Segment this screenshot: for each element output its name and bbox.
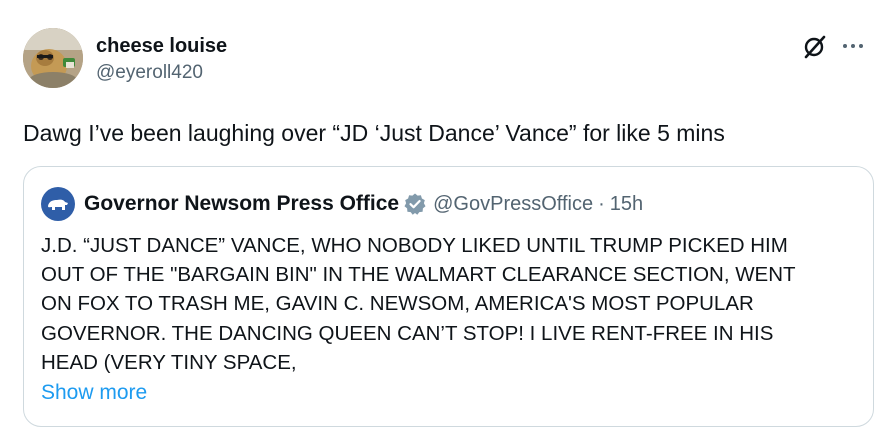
bear-icon [48,199,68,210]
user-avatar[interactable] [23,28,83,88]
quoted-avatar[interactable] [41,187,75,221]
quoted-tweet-text: J.D. “JUST DANCE” VANCE, WHO NOBODY LIKE… [41,231,861,377]
quoted-tweet[interactable]: Governor Newsom Press Office @GovPressOf… [23,166,874,427]
quoted-text-line: GOVERNOR. THE DANCING QUEEN CAN’T STOP! … [41,321,774,345]
quoted-text-line: OUT OF THE "BARGAIN BIN" IN THE WALMART … [41,263,796,287]
tweet: cheese louise @eyeroll420 Dawg I’ve been… [0,0,890,446]
avatar-image [23,28,83,88]
quoted-text-line: HEAD (VERY TINY SPACE, [41,350,297,374]
display-name[interactable]: cheese louise [96,34,227,58]
show-more-link[interactable]: Show more [41,378,147,407]
verified-badge-icon [403,192,427,216]
quoted-tweet-header: Governor Newsom Press Office @GovPressOf… [41,187,643,221]
quoted-text-line: J.D. “JUST DANCE” VANCE, WHO NOBODY LIKE… [41,234,788,257]
quoted-handle[interactable]: @GovPressOffice [433,193,593,216]
quoted-text-line: ON FOX TO TRASH ME, GAVIN C. NEWSOM, AME… [41,292,754,316]
tweet-author: cheese louise @eyeroll420 [96,34,227,85]
user-handle[interactable]: @eyeroll420 [96,61,227,85]
separator-dot: · [598,192,605,215]
more-icon [843,44,863,48]
grok-button[interactable] [802,34,828,60]
tweet-text: Dawg I’ve been laughing over “JD ‘Just D… [23,120,725,146]
grok-icon [804,35,826,59]
quoted-timestamp[interactable]: 15h [610,193,643,216]
quoted-display-name[interactable]: Governor Newsom Press Office [84,192,399,216]
more-button[interactable] [838,34,868,58]
